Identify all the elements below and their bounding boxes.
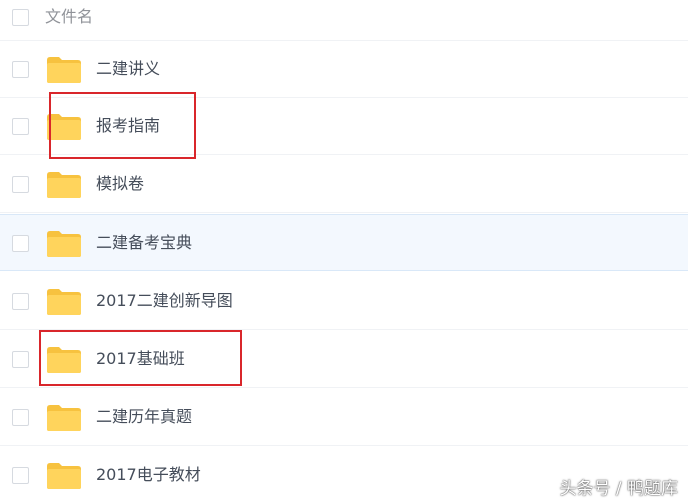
- folder-icon: [47, 57, 81, 83]
- folder-name[interactable]: 2017电子教材: [96, 465, 201, 485]
- select-all-checkbox[interactable]: [12, 9, 29, 26]
- file-list: 文件名 二建讲义 报考指南 模拟卷 二建备考宝典 2017二建创新导图 2017…: [0, 0, 688, 503]
- folder-icon: [47, 347, 81, 373]
- row-checkbox[interactable]: [12, 467, 29, 484]
- folder-row-hovered[interactable]: 二建备考宝典: [0, 214, 688, 271]
- row-checkbox[interactable]: [12, 235, 29, 252]
- folder-name[interactable]: 2017基础班: [96, 349, 185, 369]
- folder-row[interactable]: 模拟卷: [0, 156, 688, 213]
- row-checkbox[interactable]: [12, 118, 29, 135]
- folder-icon: [47, 289, 81, 315]
- folder-icon: [47, 463, 81, 489]
- folder-icon: [47, 405, 81, 431]
- folder-icon: [47, 231, 81, 257]
- folder-row[interactable]: 二建历年真题: [0, 389, 688, 446]
- folder-row[interactable]: 报考指南: [0, 98, 688, 155]
- row-checkbox[interactable]: [12, 409, 29, 426]
- folder-name[interactable]: 二建备考宝典: [96, 233, 192, 253]
- list-header: 文件名: [0, 0, 688, 41]
- folder-row[interactable]: 2017二建创新导图: [0, 273, 688, 330]
- watermark: 头条号 / 鸭题库: [559, 479, 678, 499]
- folder-row[interactable]: 2017基础班: [0, 331, 688, 388]
- folder-name[interactable]: 2017二建创新导图: [96, 291, 233, 311]
- row-checkbox[interactable]: [12, 293, 29, 310]
- folder-name[interactable]: 报考指南: [96, 116, 160, 136]
- row-checkbox[interactable]: [12, 61, 29, 78]
- column-header-filename[interactable]: 文件名: [45, 7, 93, 27]
- folder-name[interactable]: 二建历年真题: [96, 407, 192, 427]
- folder-icon: [47, 172, 81, 198]
- row-checkbox[interactable]: [12, 351, 29, 368]
- folder-name[interactable]: 二建讲义: [96, 59, 160, 79]
- folder-icon: [47, 114, 81, 140]
- row-checkbox[interactable]: [12, 176, 29, 193]
- folder-row[interactable]: 二建讲义: [0, 41, 688, 98]
- folder-name[interactable]: 模拟卷: [96, 174, 144, 194]
